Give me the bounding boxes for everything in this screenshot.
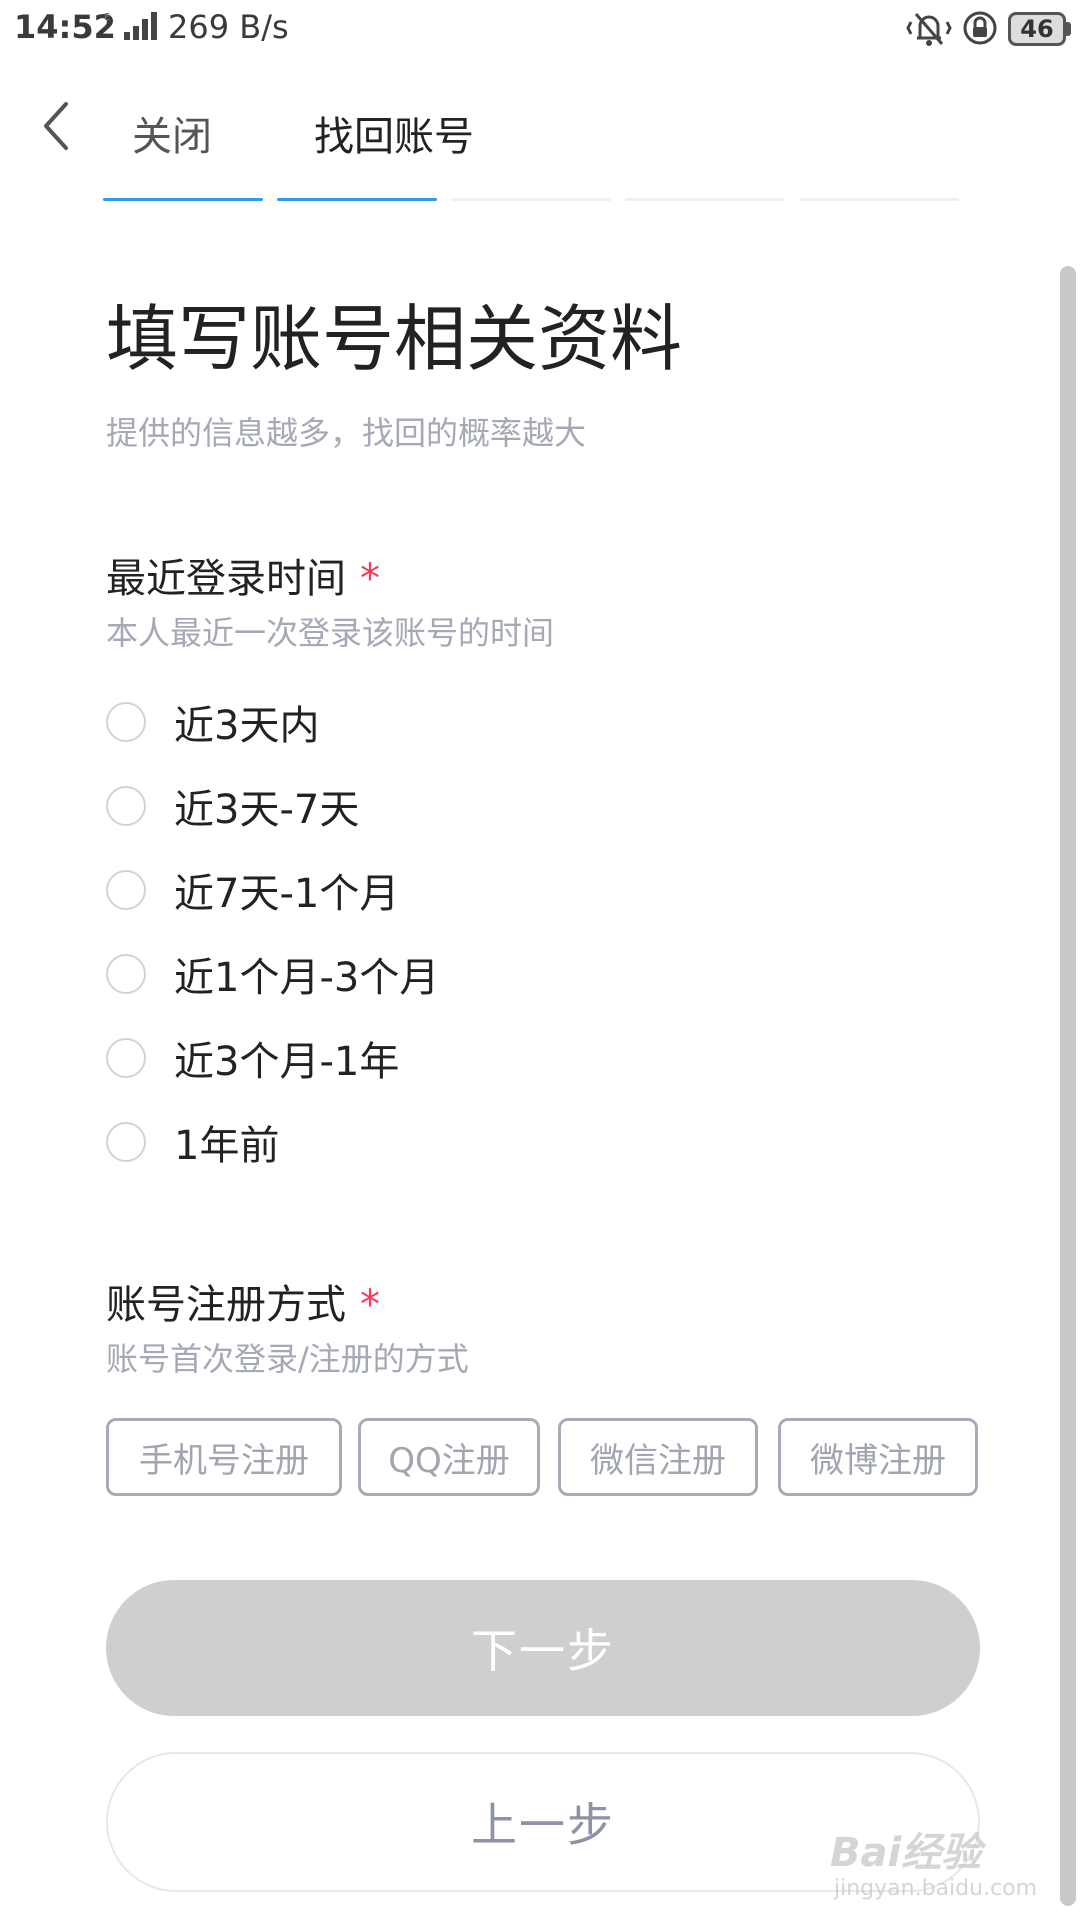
close-button[interactable]: 关闭 xyxy=(132,104,212,162)
progress-step-1 xyxy=(103,198,263,201)
weibo-register-option[interactable]: 微博注册 xyxy=(778,1418,978,1496)
progress-step-2 xyxy=(277,198,437,201)
battery-icon: 46 xyxy=(1008,12,1072,46)
radio-label: 近3个月-1年 xyxy=(174,1039,400,1085)
network-speed: 269 B/s xyxy=(168,8,289,46)
scrollbar[interactable] xyxy=(1060,266,1076,1906)
required-mark: * xyxy=(360,556,380,602)
radio-button[interactable] xyxy=(106,1038,146,1078)
phone-register-option[interactable]: 手机号注册 xyxy=(106,1418,342,1496)
login-time-option[interactable]: 近1个月-3个月 xyxy=(106,942,806,1006)
radio-label: 近7天-1个月 xyxy=(174,871,400,917)
radio-button[interactable] xyxy=(106,1122,146,1162)
status-time: 14:52 xyxy=(14,8,116,46)
registration-title-text: 账号注册方式 xyxy=(106,1282,346,1328)
registration-title: 账号注册方式 * xyxy=(106,1272,380,1330)
wechat-register-option[interactable]: 微信注册 xyxy=(558,1418,758,1496)
page-title: 找回账号 xyxy=(314,114,474,160)
status-bar: 14:52 E 269 B/s 46 xyxy=(0,0,1080,60)
radio-label: 近3天内 xyxy=(174,703,320,749)
radio-button[interactable] xyxy=(106,954,146,994)
radio-button[interactable] xyxy=(106,870,146,910)
back-arrow-icon[interactable] xyxy=(36,98,76,154)
required-mark: * xyxy=(360,1282,380,1328)
form-subtitle: 提供的信息越多，找回的概率越大 xyxy=(106,414,587,452)
login-time-option[interactable]: 近7天-1个月 xyxy=(106,858,806,922)
radio-label: 近1个月-3个月 xyxy=(174,955,440,1001)
registration-options: 手机号注册 QQ注册 微信注册 微博注册 xyxy=(106,1418,980,1496)
step-progress xyxy=(103,198,971,202)
login-time-option[interactable]: 近3天-7天 xyxy=(106,774,806,838)
radio-label: 1年前 xyxy=(174,1123,280,1169)
watermark-url: jingyan.baidu.com xyxy=(834,1876,1038,1901)
svg-text:E: E xyxy=(104,12,110,23)
watermark-logo: Bai经验 xyxy=(830,1830,982,1876)
radio-button[interactable] xyxy=(106,702,146,742)
baidu-jingyan-watermark: Bai经验 jingyan.baidu.com xyxy=(830,1820,1040,1910)
radio-label: 近3天-7天 xyxy=(174,787,360,833)
qq-register-option[interactable]: QQ注册 xyxy=(358,1418,540,1496)
cellular-signal-icon: E xyxy=(104,12,157,40)
battery-level: 46 xyxy=(1020,15,1054,43)
radio-button[interactable] xyxy=(106,786,146,826)
login-time-option[interactable]: 1年前 xyxy=(106,1110,806,1174)
login-time-option[interactable]: 近3天内 xyxy=(106,690,806,754)
vibrate-mode-icon xyxy=(906,13,952,46)
login-time-option[interactable]: 近3个月-1年 xyxy=(106,1026,806,1090)
login-time-description: 本人最近一次登录该账号的时间 xyxy=(106,614,555,652)
progress-step-3 xyxy=(451,198,611,201)
progress-step-5 xyxy=(799,198,959,201)
progress-step-4 xyxy=(625,198,785,201)
login-time-title: 最近登录时间 * xyxy=(106,546,380,604)
login-time-title-text: 最近登录时间 xyxy=(106,556,346,602)
next-step-button[interactable]: 下一步 xyxy=(106,1580,980,1716)
registration-description: 账号首次登录/注册的方式 xyxy=(106,1340,469,1378)
form-heading: 填写账号相关资料 xyxy=(106,297,683,381)
rotation-lock-icon xyxy=(963,11,997,45)
